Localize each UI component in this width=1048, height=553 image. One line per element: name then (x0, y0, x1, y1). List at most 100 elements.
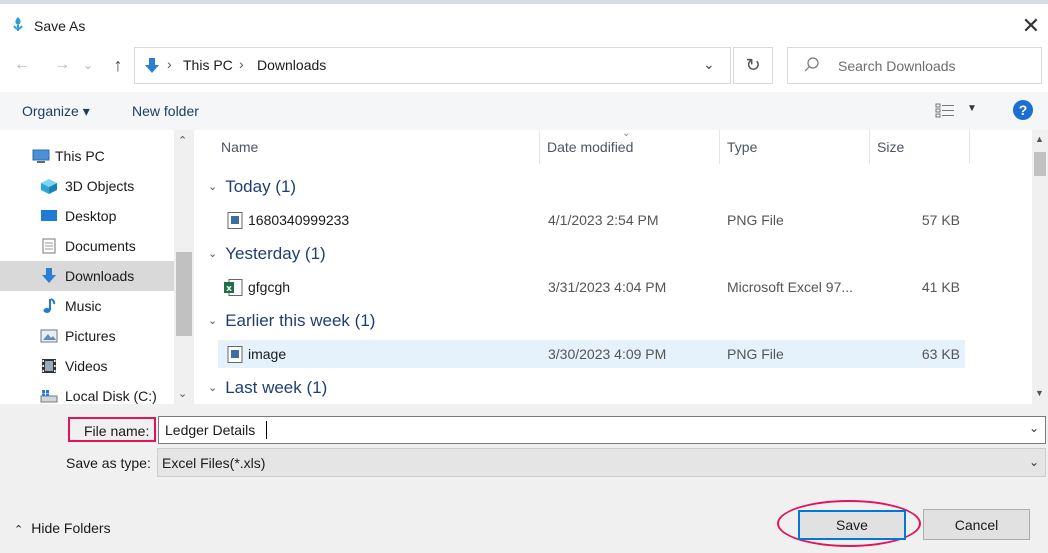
file-date: 4/1/2023 2:54 PM (548, 212, 659, 228)
file-list-scrollbar[interactable]: ▲ ▼ (1032, 130, 1048, 404)
sidebar-item-label: Local Disk (C:) (65, 388, 157, 404)
sort-caret-icon: ⌄ (622, 128, 631, 139)
new-folder-button[interactable]: New folder (132, 103, 199, 119)
group-label: Last week (1) (225, 378, 328, 397)
breadcrumb-this-pc[interactable]: This PC (183, 57, 233, 73)
search-icon (804, 57, 819, 72)
save-form: File name: Ledger Details ⌄ Save as type… (0, 404, 1048, 553)
up-button[interactable]: ↑ (106, 50, 130, 80)
scroll-down-icon[interactable]: ▼ (1035, 388, 1044, 398)
file-size: 41 KB (921, 279, 960, 295)
breadcrumb-separator-icon: › (167, 56, 172, 72)
sidebar-item-3d-objects[interactable]: 3D Objects (0, 171, 174, 201)
scrollbar-thumb[interactable] (176, 252, 192, 336)
forward-arrow-icon: → (54, 56, 70, 73)
scroll-down-icon[interactable]: ⌄ (178, 387, 187, 400)
download-folder-icon (145, 58, 159, 73)
chevron-down-icon: ⌄ (82, 58, 94, 72)
column-header-date[interactable]: Date modified (547, 139, 633, 155)
back-button[interactable]: ← (10, 50, 34, 80)
desktop-icon (41, 210, 57, 221)
sidebar-item-label: Documents (65, 238, 136, 254)
excel-file-icon: x (224, 279, 243, 296)
scrollbar-thumb[interactable] (1034, 152, 1046, 176)
navigation-pane: This PC 3D Objects Desktop Documents Dow… (0, 130, 194, 404)
refresh-button[interactable]: ↻ (733, 47, 773, 84)
column-divider (969, 130, 970, 164)
file-date: 3/30/2023 4:09 PM (548, 346, 667, 362)
back-arrow-icon: ← (14, 56, 30, 73)
group-collapse-icon: ⌄ (208, 382, 218, 394)
sidebar-item-videos[interactable]: Videos (0, 351, 174, 381)
music-icon (43, 298, 56, 313)
file-size: 57 KB (921, 212, 960, 228)
file-name: gfgcgh (248, 279, 291, 295)
breadcrumb-downloads[interactable]: Downloads (257, 57, 326, 73)
scroll-up-icon[interactable]: ⌃ (178, 134, 187, 147)
save-button[interactable]: Save (798, 510, 906, 540)
help-icon[interactable]: ? (1013, 100, 1033, 120)
save-type-select[interactable]: Excel Files(*.xls) ⌄ (157, 448, 1046, 477)
chevron-down-icon[interactable]: ⌄ (1029, 421, 1039, 435)
computer-icon (32, 149, 50, 163)
sidebar-scrollbar[interactable]: ⌃ ⌄ (174, 130, 194, 404)
file-type: Microsoft Excel 97... (727, 279, 854, 295)
column-header-type[interactable]: Type (727, 139, 757, 155)
file-list: Name ⌄ Date modified Type Size ⌄ Today (1… (194, 128, 1032, 404)
close-button[interactable]: ✕ (1016, 12, 1046, 40)
sidebar-item-music[interactable]: Music (0, 291, 174, 321)
view-details-icon[interactable] (935, 102, 955, 118)
refresh-icon: ↻ (745, 55, 761, 75)
file-row[interactable]: image 3/30/2023 4:09 PM PNG File 63 KB (218, 340, 965, 368)
sidebar-item-this-pc[interactable]: This PC (0, 141, 174, 171)
file-name-field[interactable]: Ledger Details ⌄ (158, 416, 1046, 444)
cube-icon (41, 179, 57, 194)
sidebar-item-documents[interactable]: Documents (0, 231, 174, 261)
column-divider (539, 130, 540, 164)
group-collapse-icon: ⌄ (208, 248, 218, 260)
group-header-yesterday[interactable]: ⌄ Yesterday (1) (208, 244, 326, 264)
file-row[interactable]: x gfgcgh 3/31/2023 4:04 PM Microsoft Exc… (218, 273, 965, 301)
group-header-earlier-this-week[interactable]: ⌄ Earlier this week (1) (208, 311, 375, 331)
text-caret (266, 421, 267, 439)
save-type-label: Save as type: (66, 455, 151, 471)
sidebar-item-label: Music (65, 298, 102, 314)
group-header-last-week[interactable]: ⌄ Last week (1) (208, 378, 327, 398)
sidebar-item-pictures[interactable]: Pictures (0, 321, 174, 351)
sidebar-item-desktop[interactable]: Desktop (0, 201, 174, 231)
sidebar-item-downloads[interactable]: Downloads (0, 261, 174, 291)
sidebar-item-label: This PC (55, 148, 105, 164)
chevron-up-icon: ⌃ (14, 524, 24, 536)
group-collapse-icon: ⌄ (208, 315, 218, 327)
scroll-up-icon[interactable]: ▲ (1035, 134, 1044, 144)
view-options-caret-icon[interactable]: ▼ (967, 103, 977, 114)
file-name: 1680340999233 (248, 212, 350, 228)
hide-folders-button[interactable]: ⌃ Hide Folders (14, 520, 111, 536)
download-icon (42, 268, 56, 283)
close-icon: ✕ (1021, 13, 1041, 38)
sidebar-item-label: 3D Objects (65, 178, 135, 194)
forward-button[interactable]: → (50, 50, 74, 80)
disk-icon (40, 390, 58, 403)
file-name-label: File name: (68, 417, 156, 442)
sidebar-item-label: Pictures (65, 328, 116, 344)
group-label: Today (1) (225, 177, 297, 196)
cancel-button[interactable]: Cancel (923, 509, 1030, 540)
column-header-name[interactable]: Name (221, 139, 258, 155)
sidebar-item-label: Desktop (65, 208, 117, 224)
column-header-size[interactable]: Size (877, 139, 904, 155)
search-input[interactable]: Search Downloads (787, 47, 1042, 84)
group-header-today[interactable]: ⌄ Today (1) (208, 177, 296, 197)
file-row[interactable]: 1680340999233 4/1/2023 2:54 PM PNG File … (218, 206, 965, 234)
organize-button[interactable]: Organize ▾ (22, 103, 90, 120)
group-collapse-icon: ⌄ (208, 181, 218, 193)
address-dropdown-icon[interactable]: ⌄ (703, 56, 715, 73)
file-size: 63 KB (921, 346, 960, 362)
recent-locations-button[interactable]: ⌄ (80, 50, 96, 80)
address-bar[interactable]: › This PC › Downloads ⌄ (134, 47, 731, 84)
videos-icon (42, 359, 56, 373)
image-file-icon (227, 346, 243, 363)
search-placeholder: Search Downloads (838, 58, 956, 74)
hide-folders-label: Hide Folders (31, 520, 111, 536)
group-label: Yesterday (1) (225, 244, 326, 263)
